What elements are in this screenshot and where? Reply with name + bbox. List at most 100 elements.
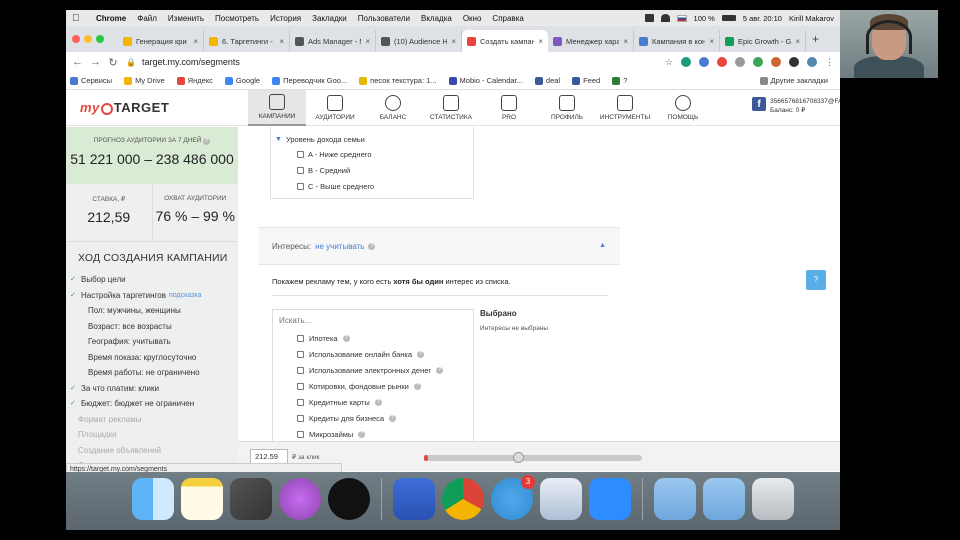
bookmark[interactable]: Google [224,76,260,85]
interest-option[interactable]: Котировки, фондовые рынки ? [273,378,473,394]
battery-text[interactable]: 100 % [694,14,715,23]
menu-item[interactable]: Вкладка [421,14,452,23]
battery-icon[interactable] [721,15,736,21]
new-tab-icon[interactable]: + [812,32,819,46]
telegram-icon[interactable]: 3 [491,475,535,520]
dropbox-icon[interactable] [644,14,654,22]
bid-slider[interactable] [424,452,642,463]
menu-item[interactable]: Посмотреть [215,14,259,23]
checkbox[interactable] [297,166,304,174]
campaign-step[interactable]: Возраст: все возрасты [70,319,238,335]
bookmark[interactable]: песок текстура: 1... [359,76,437,85]
reload-icon[interactable]: ↻ [108,56,118,69]
close-tab-icon[interactable]: × [451,37,456,46]
bookmark[interactable]: Сервисы [70,76,112,85]
checkbox[interactable] [297,398,304,406]
help-icon[interactable]: ? [368,242,376,250]
lock-icon[interactable]: 🔒 [126,58,136,67]
bookmark[interactable]: Mobio - Calendar... [448,76,523,85]
bid-slider-handle[interactable] [513,452,524,463]
campaign-step[interactable]: География: учитывать [70,334,238,350]
menu-item[interactable]: Файл [137,14,157,23]
campaign-step[interactable]: Создание объявлений [70,443,238,459]
close-tab-icon[interactable]: × [709,37,714,46]
campaign-step[interactable]: Формат рекламы [70,412,238,428]
bookmark[interactable]: My Drive [124,76,165,85]
minimize-window-icon[interactable] [84,35,92,43]
url-text[interactable]: target.my.com/segments [142,57,240,67]
interests-search-input[interactable] [273,313,473,328]
more-menu-icon[interactable]: ⋮ [825,57,834,68]
campaign-step[interactable]: ✓ Выбор цели [70,272,238,288]
checkbox[interactable] [297,366,304,374]
wifi-icon[interactable] [660,14,670,22]
trash-icon[interactable] [752,478,794,520]
menu-item[interactable]: Справка [492,14,523,23]
checkbox[interactable] [297,350,304,358]
help-icon[interactable]: ? [374,398,382,406]
close-tab-icon[interactable]: × [795,37,800,46]
help-icon[interactable]: ? [342,334,350,342]
menu-app[interactable]: Chrome [96,14,126,23]
checkbox[interactable] [297,150,304,158]
help-icon[interactable]: ? [389,414,397,422]
browser-tab[interactable]: Кампания в кон × [634,30,720,52]
apple-icon[interactable]:  [72,13,82,24]
extension-icon[interactable] [717,57,727,67]
keynote-icon[interactable] [540,478,582,520]
interests-mode-link[interactable]: не учитывать [315,242,364,251]
campaign-step[interactable]: Площадки [70,427,238,443]
checkbox[interactable] [297,430,304,438]
bookmark[interactable]: Переводчик Goo... [272,76,347,85]
close-tab-icon[interactable]: × [538,37,543,46]
nav-tools[interactable]: ИНСТРУМЕНТЫ [596,90,654,126]
forward-icon[interactable]: → [90,56,101,68]
campaign-step[interactable]: ✓ Бюджет: бюджет не ограничен [70,396,238,412]
star-icon[interactable]: ☆ [665,57,673,68]
bookmark[interactable]: Яндекс [176,76,213,85]
close-tab-icon[interactable]: × [623,37,628,46]
nav-audience[interactable]: АУДИТОРИИ [306,90,364,126]
interest-option[interactable]: Кредитные карты ? [273,394,473,410]
income-option[interactable]: B - Средний [271,162,473,178]
url-field[interactable]: 🔒 target.my.com/segments [126,57,657,67]
extension-icon[interactable] [771,57,781,67]
help-icon[interactable]: ? [203,138,211,145]
interests-section-header[interactable]: Интересы: не учитывать ? ▲ [258,227,620,265]
close-window-icon[interactable] [72,35,80,43]
datetime[interactable]: 5 авг. 20:10 [743,14,782,23]
extension-icon[interactable] [699,57,709,67]
extension-icon[interactable] [789,57,799,67]
notes-icon[interactable] [181,478,223,520]
checkbox[interactable] [297,182,304,190]
documents-folder-icon[interactable] [703,478,745,520]
help-icon[interactable]: ? [436,366,444,374]
flag-icon[interactable] [676,14,687,22]
income-option[interactable]: C - Выше среднего [271,178,473,194]
interest-option[interactable]: Микрозаймы ? [273,426,473,442]
finder-icon[interactable] [132,478,174,520]
interest-option[interactable]: Ипотека ? [273,330,473,346]
browser-tab[interactable]: Создать кампан × [462,30,548,52]
interest-option[interactable]: Использование электронных денег ? [273,362,473,378]
campaign-step[interactable]: Время показа: круглосуточно [70,350,238,366]
close-tab-icon[interactable]: × [279,37,284,46]
menu-item[interactable]: Окно [463,14,482,23]
campaign-step[interactable]: ✓ Настройка таргетингов подсказка [70,288,238,304]
zoom-icon[interactable] [589,478,631,520]
menu-item[interactable]: Закладки [312,14,347,23]
bookmark[interactable]: Feed [572,76,600,85]
maximize-window-icon[interactable] [96,35,104,43]
close-tab-icon[interactable]: × [365,37,370,46]
extension-icon[interactable] [681,57,691,67]
checkbox[interactable] [297,382,304,390]
extension-icon[interactable] [735,57,745,67]
close-tab-icon[interactable]: × [193,37,198,46]
campaign-step[interactable]: ✓ За что платим: клики [70,381,238,397]
browser-tab[interactable]: (10) Audience H × [376,30,462,52]
help-button[interactable]: ? [806,270,826,290]
interest-option[interactable]: Кредиты для бизнеса ? [273,410,473,426]
checkbox[interactable] [297,414,304,422]
account-info[interactable]: f 3566576816708337@FACEBOO... Баланс: 0 … [752,97,840,115]
help-icon[interactable]: ? [413,382,421,390]
